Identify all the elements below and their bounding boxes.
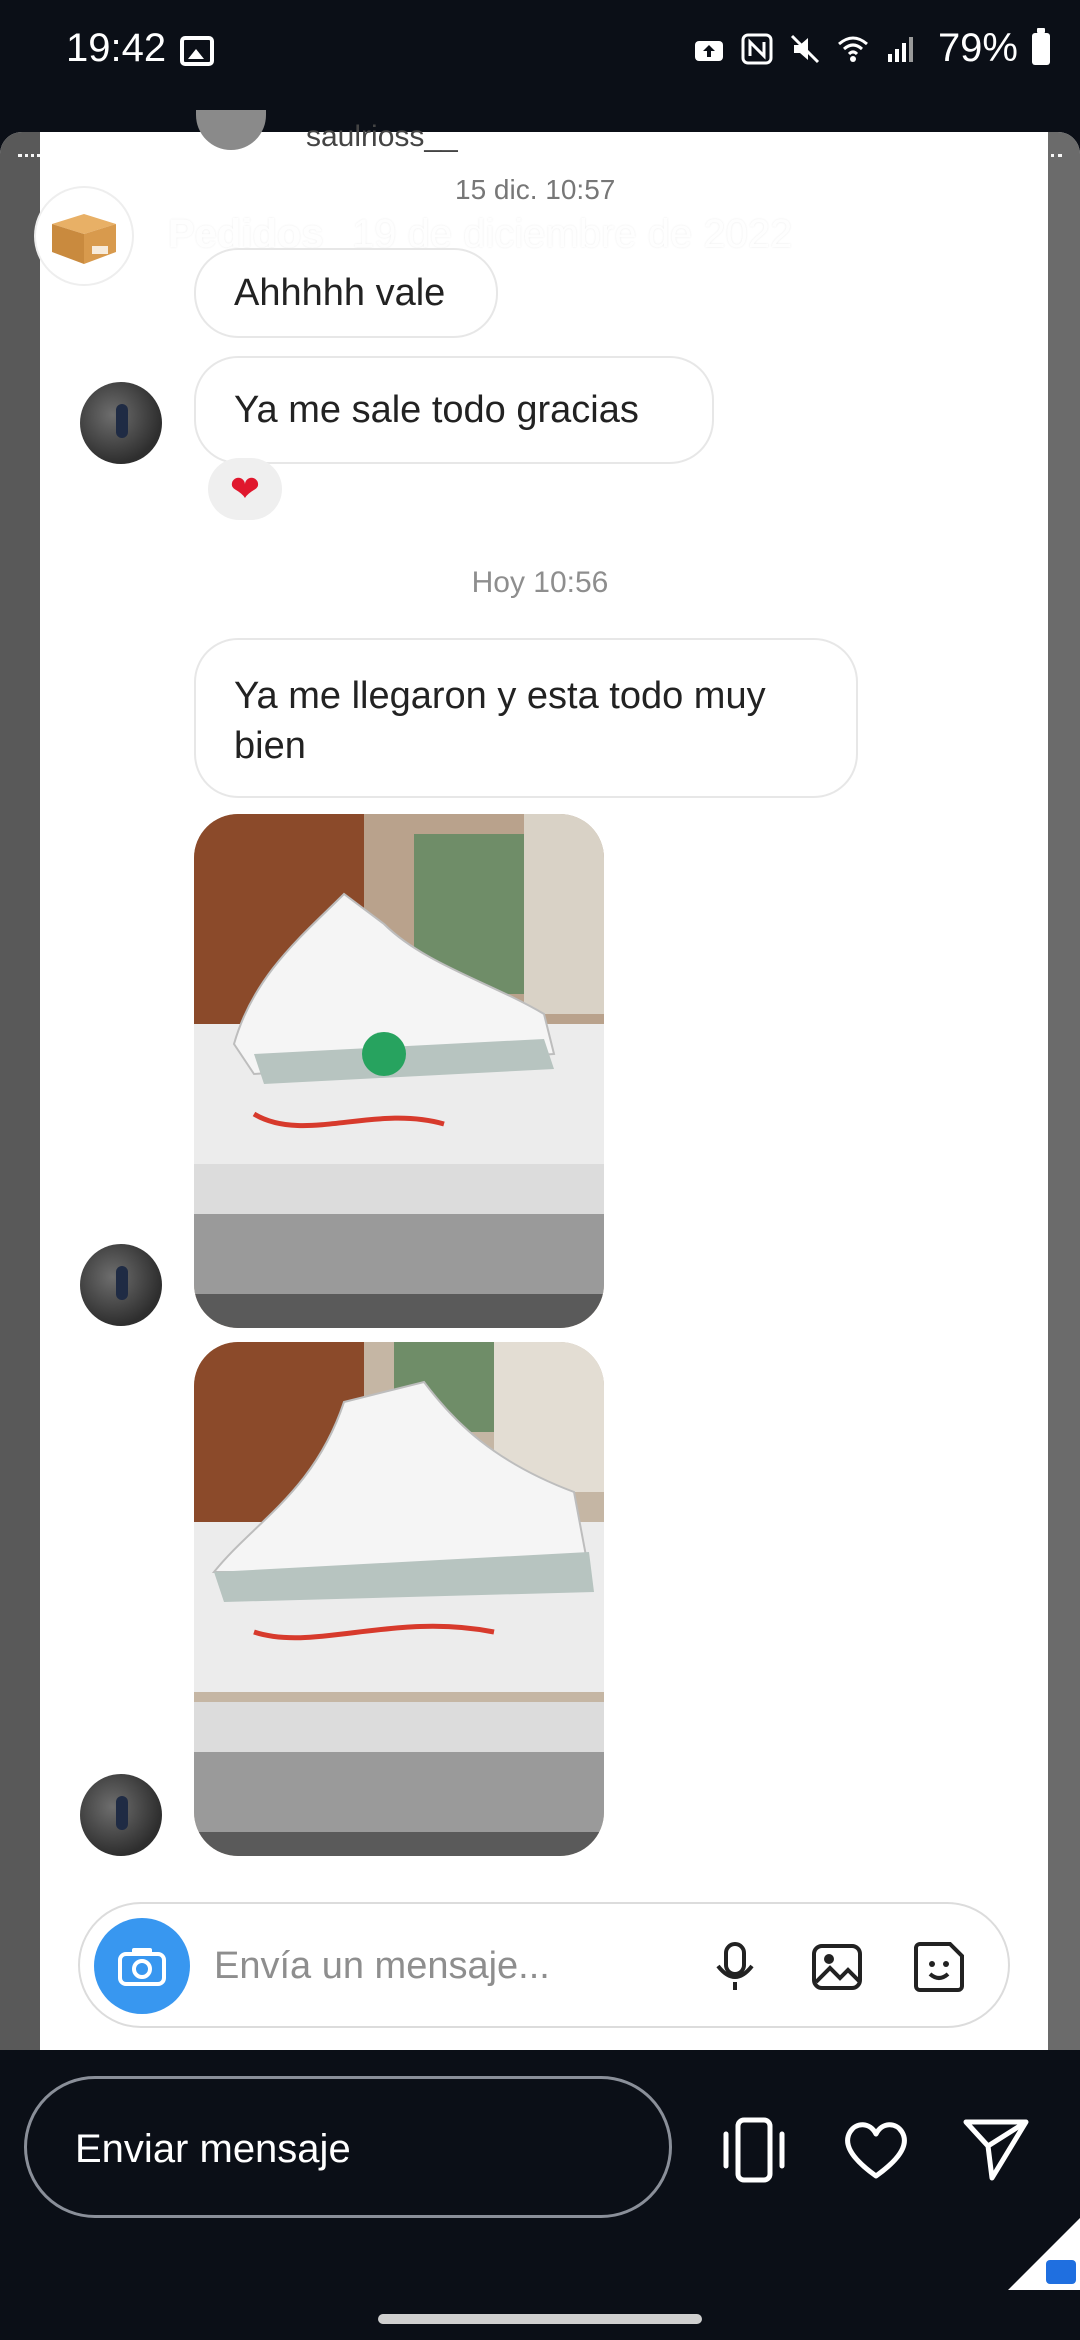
mute-icon [790, 34, 819, 63]
underlying-timestamp: 15 dic. 10:57 [455, 174, 616, 205]
message-bubble: Ya me llegaron y esta todo muy bien [194, 638, 858, 798]
screen-rotate-icon[interactable] [716, 2112, 792, 2188]
status-time: 19:42 [66, 26, 167, 70]
battery-icon [1032, 27, 1050, 65]
story-border-left [0, 132, 40, 2050]
avatar[interactable] [80, 382, 162, 464]
avatar[interactable] [80, 1244, 162, 1326]
microphone-icon[interactable] [706, 1938, 764, 1996]
wifi-icon [837, 36, 868, 62]
camera-icon [118, 1948, 166, 1986]
underlying-username: saulrioss__ [306, 120, 458, 153]
story-avatar[interactable] [36, 188, 132, 284]
gallery-icon[interactable] [808, 1938, 866, 1996]
status-bar: 19:42 79% [0, 0, 1080, 90]
message-bubble: Ya me sale todo gracias [194, 356, 714, 464]
package-box-icon [52, 214, 116, 264]
message-composer [78, 1902, 1010, 2028]
sneaker-photo[interactable] [194, 1342, 604, 1856]
story-progress-bar [18, 154, 1062, 157]
sticker-icon[interactable] [910, 1938, 968, 1996]
send-message-field[interactable]: Enviar mensaje [24, 2076, 672, 2218]
message-input[interactable] [214, 1938, 684, 1994]
sneaker-photo[interactable] [194, 814, 604, 1328]
chat-timestamp: Hoy 10:56 [471, 566, 609, 599]
status-icons: 79% [692, 26, 1050, 71]
send-icon[interactable] [958, 2112, 1034, 2188]
more-options-icon[interactable] [1016, 206, 1036, 256]
upload-notification-icon [694, 40, 723, 61]
message-text: Ahhhhh vale [234, 272, 446, 314]
send-message-label: Enviar mensaje [75, 2127, 351, 2171]
signal-icon [887, 36, 913, 62]
story-reply-bar: Enviar mensaje [0, 2050, 1080, 2340]
battery-percent: 79% [937, 26, 1018, 70]
home-indicator[interactable] [378, 2314, 702, 2324]
message-bubble: Ahhhhh vale [194, 248, 498, 338]
sneaker-photo-image [194, 814, 604, 1328]
avatar[interactable] [80, 1774, 162, 1856]
heart-icon[interactable] [838, 2112, 914, 2188]
nfc-icon [741, 33, 773, 64]
story-border-right [1048, 132, 1080, 2050]
sneaker-photo-image [194, 1342, 604, 1856]
camera-button[interactable] [94, 1918, 190, 2014]
gallery-notification-icon [180, 36, 214, 66]
reaction-emoji: ❤ [229, 468, 261, 509]
message-text: Ya me llegaron y esta todo muy bien [234, 675, 766, 767]
folder-upload-icon [1046, 2260, 1076, 2284]
heart-reaction-icon[interactable]: ❤ [208, 458, 282, 520]
message-text: Ya me sale todo gracias [234, 389, 639, 431]
